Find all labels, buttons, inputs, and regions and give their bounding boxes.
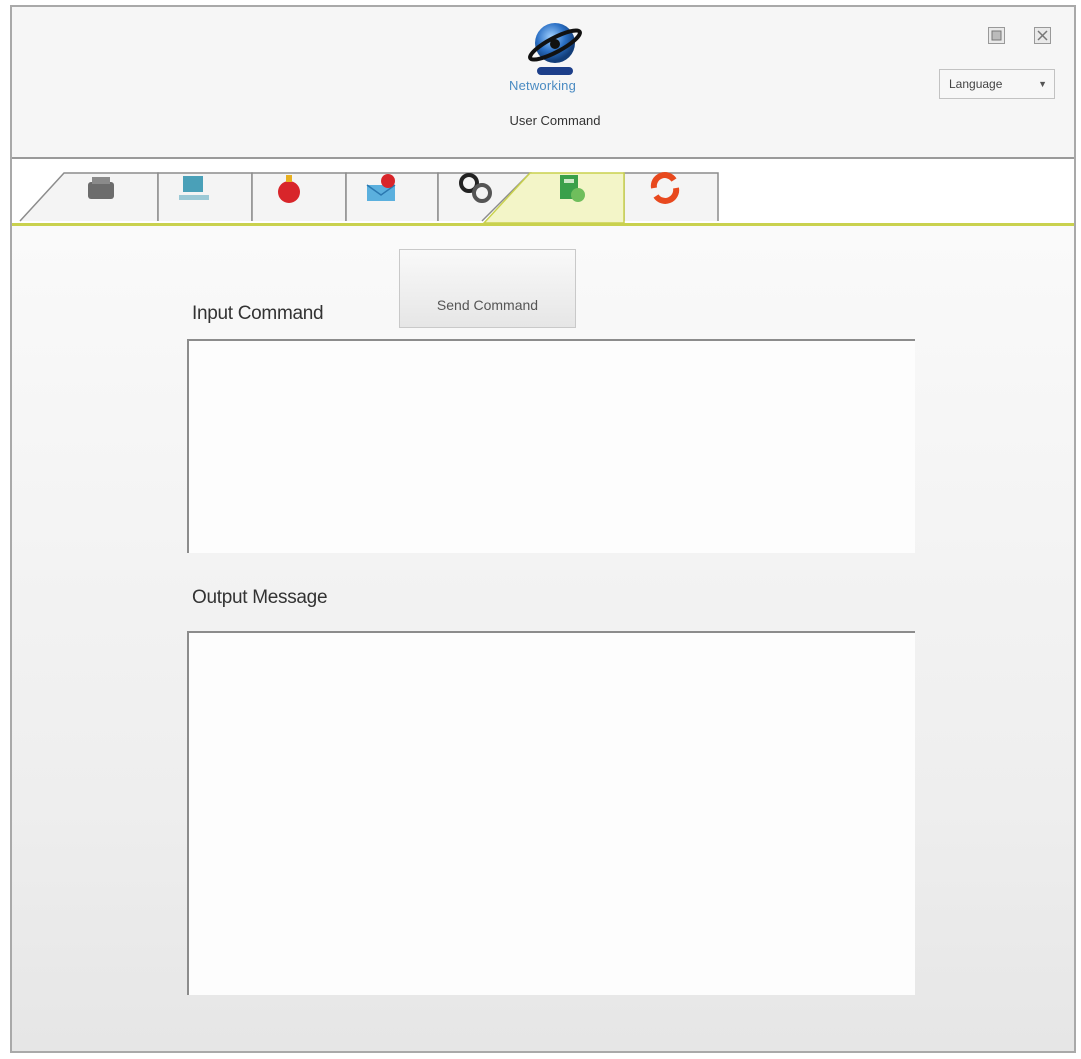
input-command-label: Input Command bbox=[192, 303, 324, 324]
language-select-value: Language bbox=[949, 77, 1003, 91]
printer-icon bbox=[88, 177, 114, 199]
send-command-button[interactable]: Send Command bbox=[399, 249, 576, 328]
tab-settings[interactable] bbox=[458, 171, 492, 205]
output-message-label: Output Message bbox=[192, 587, 328, 608]
tab-mail-alert[interactable] bbox=[365, 171, 399, 205]
refresh-icon bbox=[650, 172, 680, 204]
user-command-panel: Send Command Input Command Output Messag… bbox=[12, 223, 1074, 1051]
close-button[interactable] bbox=[1034, 27, 1051, 44]
tab-refresh[interactable] bbox=[648, 171, 682, 205]
language-select[interactable]: Language ▼ bbox=[939, 69, 1055, 99]
tab-bar bbox=[12, 159, 1074, 223]
tab-outlines bbox=[19, 172, 719, 223]
network-device-icon bbox=[179, 176, 209, 200]
app-window: Networking User Command Language ▼ Send … bbox=[10, 5, 1076, 1053]
logo-text: Networking bbox=[509, 78, 577, 93]
networking-logo-icon bbox=[528, 23, 582, 75]
minimize-button[interactable] bbox=[988, 27, 1005, 44]
output-message-field[interactable] bbox=[187, 631, 915, 995]
header: Networking User Command Language ▼ bbox=[12, 7, 1074, 159]
user-command-icon bbox=[560, 175, 585, 202]
close-icon bbox=[1037, 30, 1048, 41]
gears-icon bbox=[459, 173, 492, 203]
tab-alert[interactable] bbox=[272, 171, 306, 205]
tab-printer[interactable] bbox=[84, 171, 118, 205]
mail-alert-icon bbox=[366, 174, 396, 201]
input-command-field[interactable] bbox=[187, 339, 915, 553]
minimize-icon bbox=[991, 30, 1002, 41]
page-title: User Command bbox=[509, 113, 601, 128]
tab-user-command[interactable] bbox=[554, 171, 588, 205]
tab-network-device[interactable] bbox=[177, 171, 211, 205]
alert-bomb-icon bbox=[278, 175, 300, 203]
chevron-down-icon: ▼ bbox=[1038, 79, 1047, 89]
